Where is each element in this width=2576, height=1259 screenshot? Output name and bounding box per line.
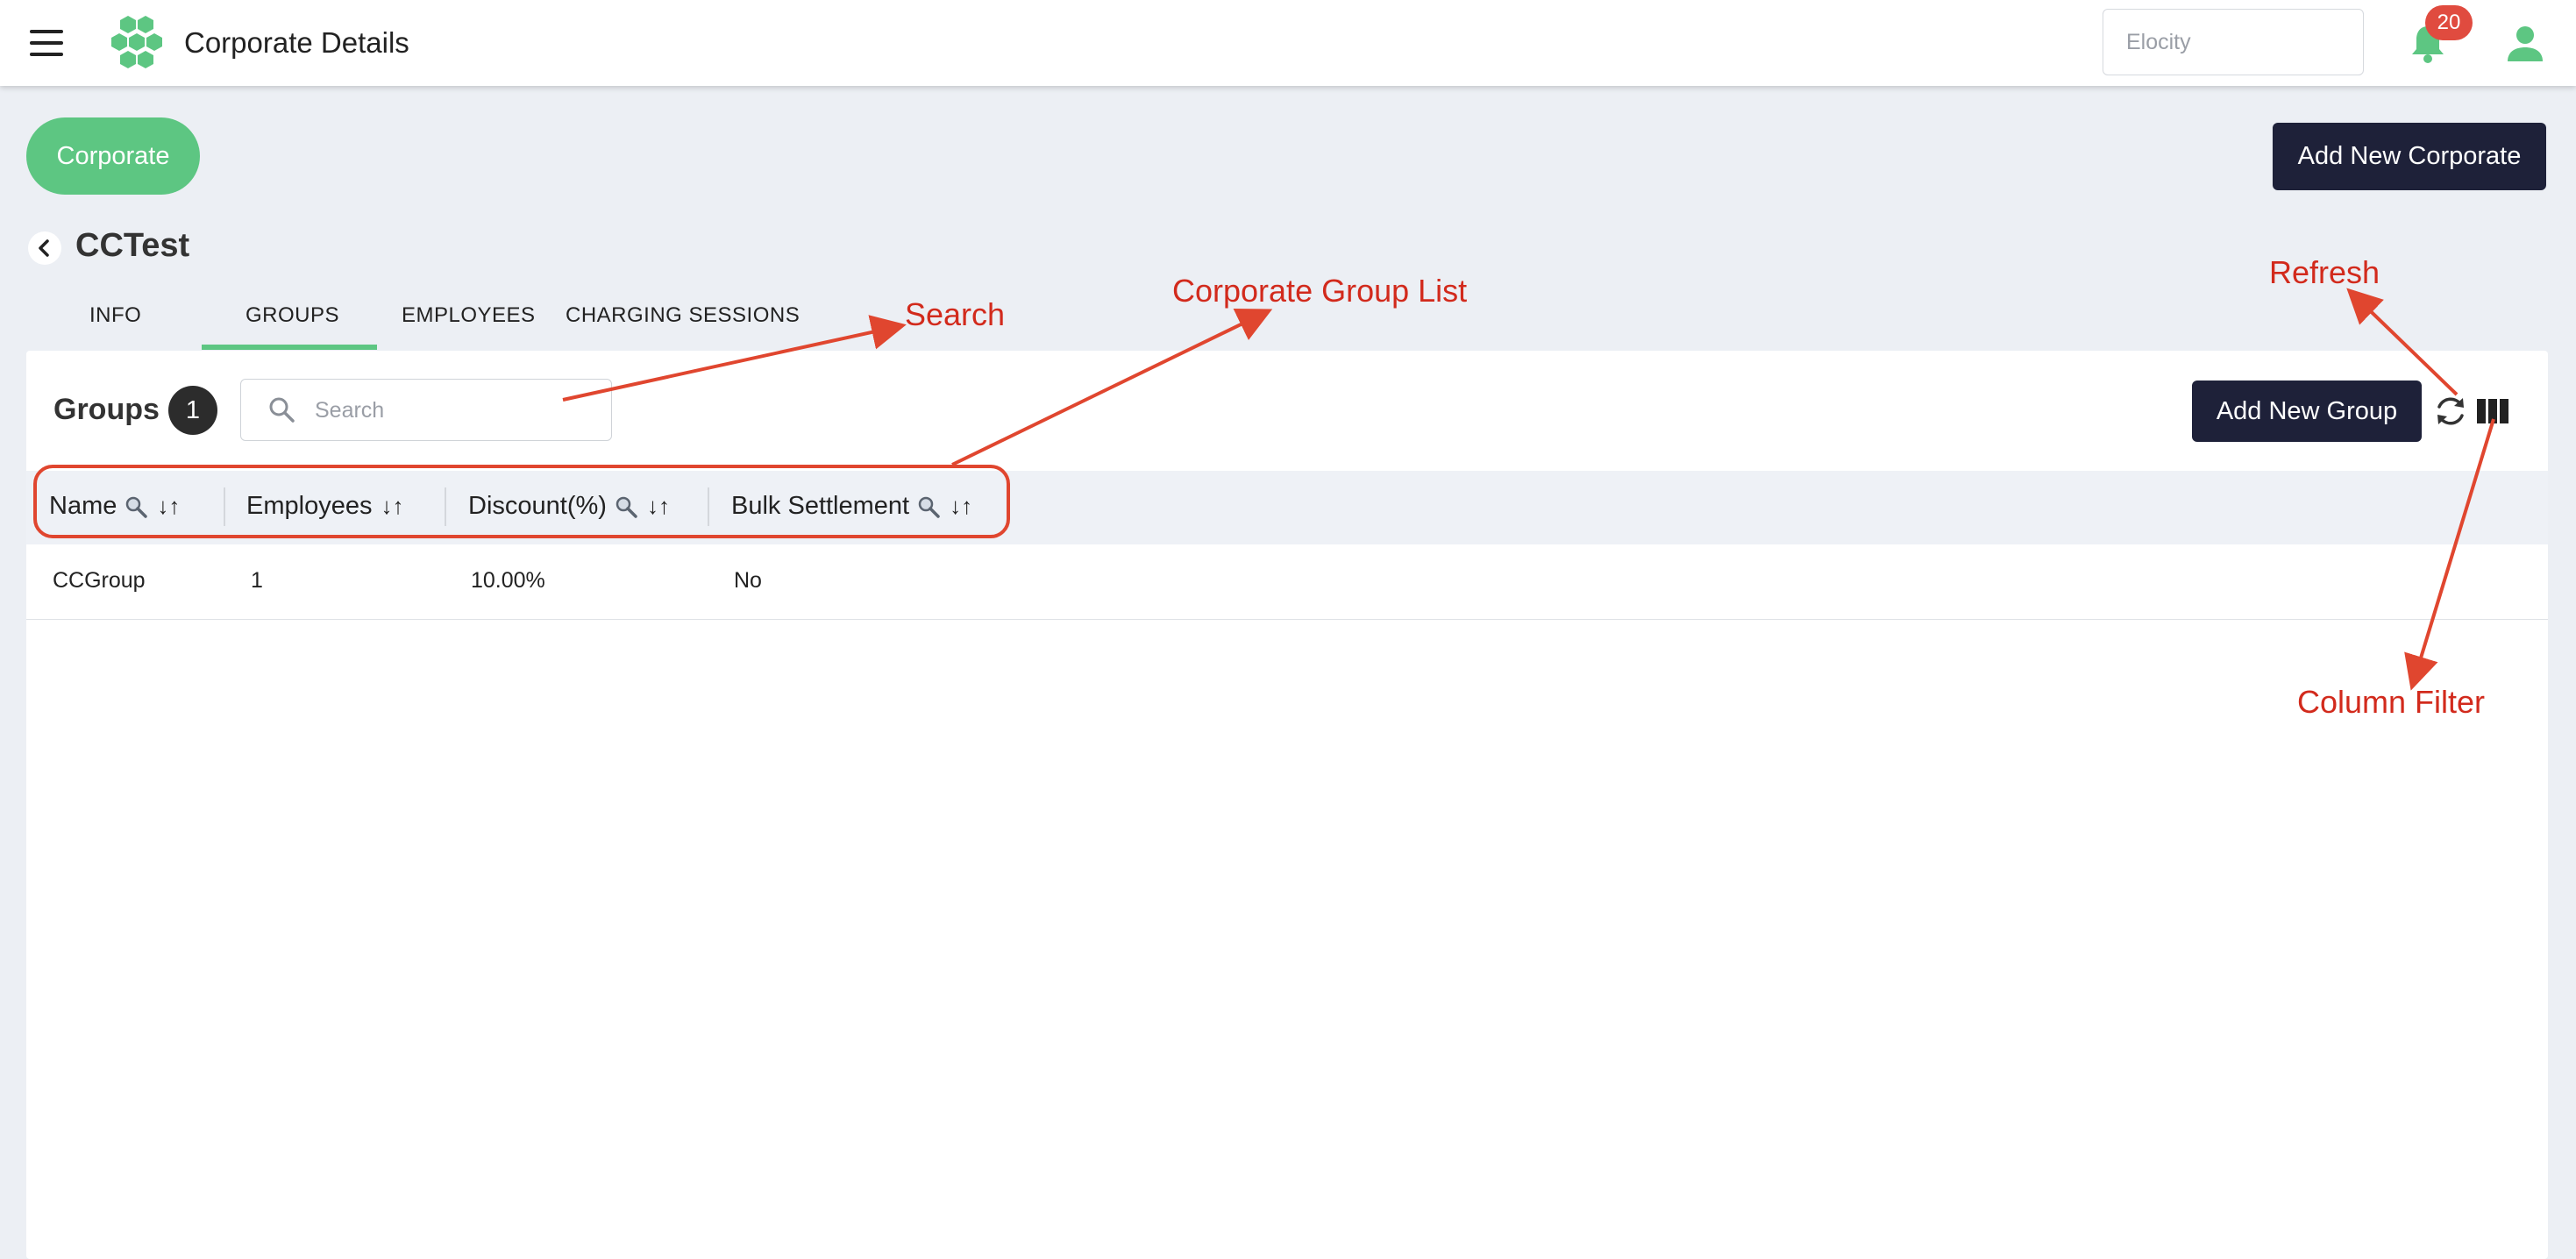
column-divider: [224, 487, 225, 526]
column-divider: [445, 487, 446, 526]
tab-info[interactable]: INFO: [89, 303, 141, 349]
column-search-icon[interactable]: [614, 494, 638, 519]
annotation-corporate-group-list-label: Corporate Group List: [1172, 273, 1468, 309]
column-header-discount[interactable]: Discount(%) ↓↑: [468, 492, 670, 521]
notification-count-badge: 20: [2425, 5, 2473, 40]
groups-count-badge: 1: [168, 386, 217, 435]
column-header-employees[interactable]: Employees ↓↑: [246, 492, 403, 521]
column-header-bulk-settlement[interactable]: Bulk Settlement ↓↑: [731, 492, 972, 521]
add-new-group-button[interactable]: Add New Group: [2192, 381, 2422, 442]
sort-icon[interactable]: ↓↑: [950, 493, 972, 520]
add-new-corporate-button[interactable]: Add New Corporate: [2273, 123, 2546, 190]
chevron-left-icon: [39, 239, 49, 257]
annotation-column-filter-label: Column Filter: [2297, 684, 2486, 720]
corporate-name-title: CCTest: [75, 227, 190, 264]
sort-icon[interactable]: ↓↑: [647, 493, 670, 520]
column-label: Employees: [246, 492, 373, 520]
cell-employees: 1: [251, 568, 263, 593]
cell-discount: 10.00%: [471, 568, 545, 593]
refresh-icon[interactable]: [2432, 393, 2469, 430]
tab-charging-sessions[interactable]: CHARGING SESSIONS: [566, 303, 800, 349]
table-header: [26, 471, 2548, 544]
active-tab-indicator: [202, 345, 377, 350]
column-search-icon[interactable]: [916, 494, 941, 519]
search-input[interactable]: [313, 380, 597, 441]
back-button[interactable]: [28, 231, 61, 265]
app-logo-icon: [111, 16, 162, 68]
annotation-refresh-label: Refresh: [2269, 254, 2380, 290]
tenant-selector[interactable]: Elocity: [2103, 9, 2364, 75]
cell-name: CCGroup: [53, 568, 146, 593]
column-label: Bulk Settlement: [731, 492, 910, 520]
sort-icon[interactable]: ↓↑: [381, 493, 403, 520]
table-row[interactable]: [26, 545, 2548, 620]
column-label: Name: [49, 492, 117, 520]
column-search-icon[interactable]: [124, 494, 148, 519]
app-title: Corporate Details: [184, 26, 409, 59]
top-app-bar: Corporate Details Elocity 20: [0, 0, 2576, 86]
corporate-pill-button[interactable]: Corporate: [26, 117, 200, 195]
column-filter-icon[interactable]: [2476, 396, 2509, 426]
user-icon[interactable]: [2506, 25, 2544, 63]
sort-icon[interactable]: ↓↑: [157, 493, 180, 520]
column-header-name[interactable]: Name ↓↑: [49, 492, 180, 521]
tab-groups[interactable]: GROUPS: [246, 303, 339, 349]
search-icon: [269, 397, 295, 423]
groups-title: Groups: [53, 393, 160, 426]
search-box: [240, 379, 612, 441]
cell-bulk-settlement: No: [734, 568, 762, 593]
annotation-search-label: Search: [905, 296, 1006, 332]
hamburger-menu-icon[interactable]: [30, 30, 63, 56]
tab-employees[interactable]: EMPLOYEES: [402, 303, 536, 349]
column-label: Discount(%): [468, 492, 607, 520]
column-divider: [708, 487, 709, 526]
